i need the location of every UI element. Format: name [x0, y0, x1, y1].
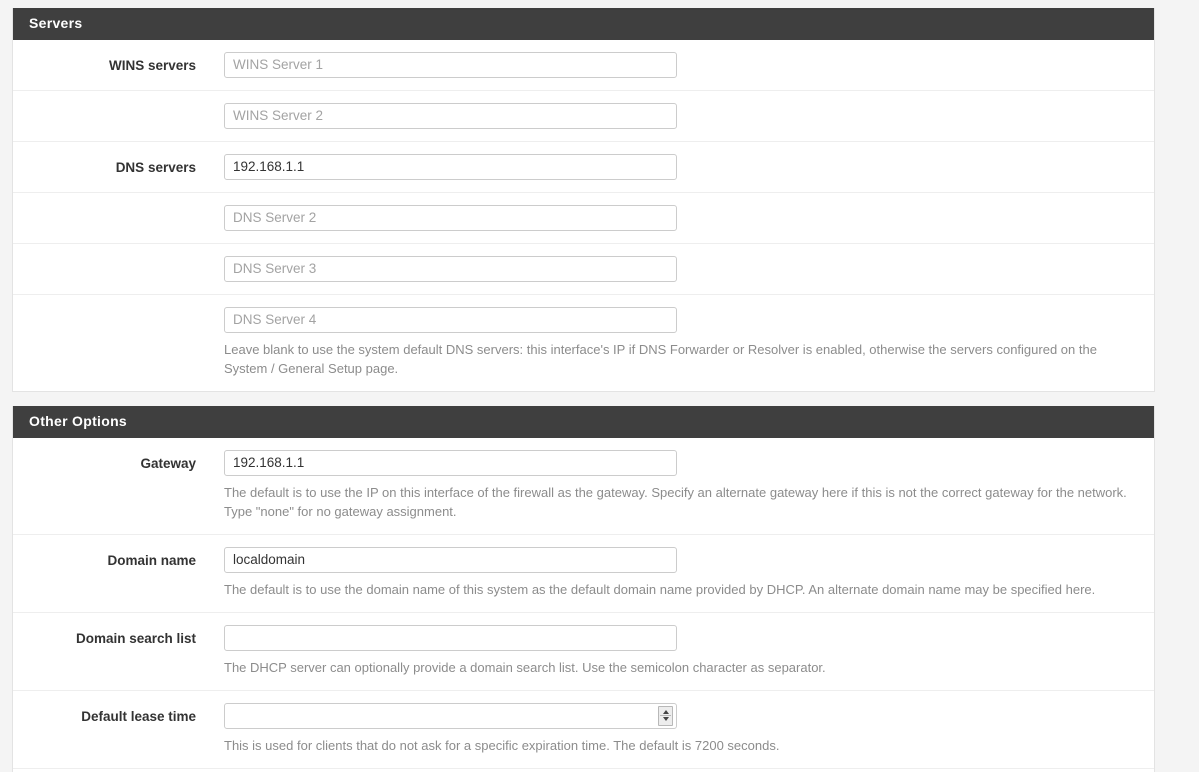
form-row-wins-server-1: WINS servers [13, 40, 1154, 92]
form-row-default-lease-time: Default lease time This is used for clie… [13, 691, 1154, 769]
form-row-dns-server-4: Leave blank to use the system default DN… [13, 295, 1154, 391]
form-row-dns-server-2 [13, 193, 1154, 245]
label-domain-name: Domain name [107, 553, 196, 569]
default-lease-time-spinner[interactable] [658, 705, 673, 726]
form-row-domain-search-list: Domain search list The DHCP server can o… [13, 613, 1154, 691]
default-lease-time-stepper [224, 702, 677, 729]
field-wins-server-2-wrap [196, 103, 1154, 130]
field-dns-server-2-wrap [196, 205, 1154, 232]
spinner-up-arrow-icon[interactable] [662, 710, 669, 715]
label-wins-server-2-empty [13, 103, 196, 108]
field-wins-server-1-wrap [196, 52, 1154, 79]
form-row-dns-server-3 [13, 244, 1154, 296]
panel-other-options: Other Options Gateway The default is to … [12, 406, 1155, 772]
input-dns-server-1[interactable] [224, 154, 677, 181]
field-dns-server-3-wrap [196, 256, 1154, 283]
dhcp-settings-page: Servers WINS servers DNS servers [0, 0, 1199, 772]
spinner-down-arrow-icon[interactable] [662, 717, 669, 722]
input-domain-name[interactable] [224, 547, 677, 574]
field-dns-server-4-wrap: Leave blank to use the system default DN… [196, 307, 1154, 379]
help-default-lease-time: This is used for clients that do not ask… [224, 737, 780, 753]
panel-servers-body: WINS servers DNS servers [13, 40, 1154, 391]
input-gateway[interactable] [224, 450, 677, 477]
spinner-divider [660, 715, 671, 717]
panel-servers: Servers WINS servers DNS servers [12, 8, 1155, 393]
field-dns-server-1-wrap [196, 154, 1154, 181]
input-wins-server-2[interactable] [224, 103, 677, 130]
label-default-lease-time: Default lease time [81, 708, 196, 724]
label-dns-servers: DNS servers [115, 160, 196, 176]
form-row-gateway: Gateway The default is to use the IP on … [13, 438, 1154, 536]
input-dns-server-3[interactable] [224, 256, 677, 283]
field-default-lease-time-wrap: This is used for clients that do not ask… [196, 702, 1154, 756]
label-dns-server-3-empty [13, 256, 196, 261]
panel-other-options-title: Other Options [13, 406, 1154, 439]
label-dns-server-4-empty [13, 307, 196, 312]
input-default-lease-time[interactable] [224, 702, 677, 729]
panel-other-options-body: Gateway The default is to use the IP on … [13, 438, 1154, 772]
field-domain-search-list-wrap: The DHCP server can optionally provide a… [196, 625, 1154, 678]
form-row-dns-server-1: DNS servers [13, 142, 1154, 194]
input-dns-server-4[interactable] [224, 307, 677, 334]
form-row-domain-name: Domain name The default is to use the do… [13, 535, 1154, 613]
label-domain-search-list: Domain search list [75, 631, 196, 646]
input-wins-server-1[interactable] [224, 52, 677, 79]
form-row-wins-server-2 [13, 91, 1154, 143]
label-gateway: Gateway [140, 456, 196, 472]
help-dns-servers: Leave blank to use the system default DN… [224, 342, 1097, 377]
help-domain-search-list: The DHCP server can optionally provide a… [224, 660, 826, 675]
label-dns-server-2-empty [13, 205, 196, 210]
help-gateway: The default is to use the IP on this int… [224, 485, 1127, 520]
help-domain-name: The default is to use the domain name of… [224, 582, 1096, 598]
label-wins-servers: WINS servers [108, 58, 196, 74]
input-domain-search-list[interactable] [224, 625, 677, 651]
field-domain-name-wrap: The default is to use the domain name of… [196, 547, 1154, 600]
panel-servers-title: Servers [13, 8, 1154, 41]
input-dns-server-2[interactable] [224, 205, 677, 232]
field-gateway-wrap: The default is to use the IP on this int… [196, 450, 1154, 522]
